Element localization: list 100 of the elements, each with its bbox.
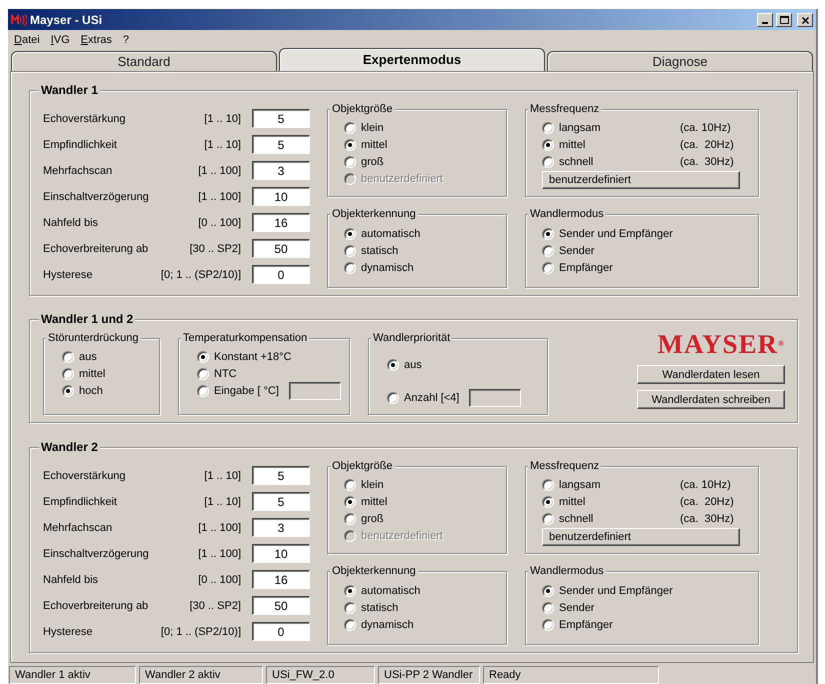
option-label: dynamisch	[361, 618, 414, 630]
parameter-label: Echoverstärkung	[43, 112, 127, 124]
group-title: Messfrequenz	[530, 103, 600, 115]
range-label: [0 .. 100]	[198, 574, 241, 586]
frequency-label: (ca. 20Hz)	[680, 496, 735, 508]
radio-button[interactable]	[344, 228, 356, 240]
option-label: Empfänger	[559, 618, 613, 630]
radio-button[interactable]	[542, 262, 554, 274]
radio-button[interactable]	[344, 478, 356, 490]
radio-button[interactable]	[542, 496, 554, 508]
radio-button[interactable]	[542, 618, 554, 630]
input-field[interactable]: 0	[252, 622, 310, 641]
group-title: Störunterdrückung	[48, 332, 138, 344]
range-label: [0; 1 .. (SP2/10)]	[160, 268, 241, 280]
radio-button[interactable]	[62, 368, 74, 380]
radio-button[interactable]	[387, 392, 399, 404]
custom-button[interactable]: benutzerdefiniert	[542, 171, 740, 189]
action-button[interactable]: Wandlerdaten schreiben	[637, 390, 785, 409]
menu-item[interactable]: IVG	[50, 34, 70, 46]
group-title: Wandler 2	[41, 440, 98, 454]
tab[interactable]: Diagnose	[547, 51, 813, 71]
radio-button[interactable]	[542, 156, 554, 168]
range-label: [1 .. 10]	[204, 112, 241, 124]
option-label: schnell	[559, 512, 594, 524]
frequency-label: (ca. 30Hz)	[680, 512, 735, 524]
input-field[interactable]: 5	[252, 466, 310, 485]
range-label: [1 .. 10]	[204, 138, 241, 150]
radio-button[interactable]	[344, 156, 356, 168]
radio-button[interactable]	[197, 350, 209, 362]
input-field[interactable]: 50	[252, 239, 310, 258]
parameter-label: Mehrfachscan	[43, 164, 114, 176]
menu-item[interactable]: Datei	[14, 34, 40, 46]
radio-button[interactable]	[542, 228, 554, 240]
radio-button[interactable]	[542, 478, 554, 490]
input-field[interactable]: 5	[252, 135, 310, 154]
radio-button[interactable]	[344, 138, 356, 150]
radio-button[interactable]	[197, 385, 209, 397]
tab[interactable]: Expertenmodus	[279, 48, 545, 71]
parameter-label: Empfindlichkeit	[43, 138, 118, 150]
frequency-label: (ca. 10Hz)	[680, 122, 732, 134]
option-label: Eingabe [ °C]	[214, 385, 279, 397]
input-field[interactable]	[469, 389, 522, 407]
input-field[interactable]: 16	[252, 570, 310, 589]
close-button[interactable]	[797, 12, 813, 26]
option-label: mittel	[559, 496, 586, 508]
input-field[interactable]: 16	[252, 213, 310, 232]
input-field[interactable]: 10	[252, 544, 310, 563]
parameter-label: Empfindlichkeit	[43, 496, 118, 508]
minimize-icon	[762, 22, 768, 24]
action-button[interactable]: Wandlerdaten lesen	[637, 365, 785, 384]
input-field[interactable]: 50	[252, 596, 310, 615]
group-title: Objektgröße	[332, 103, 393, 115]
option-label: aus	[79, 350, 97, 362]
menu-item[interactable]: ?	[122, 34, 129, 46]
maximize-icon	[780, 16, 788, 24]
option-label: mittel	[559, 138, 586, 150]
input-field[interactable]	[288, 382, 341, 400]
radio-button[interactable]	[344, 122, 356, 134]
option-label: automatisch	[361, 584, 420, 596]
option-label: Konstant +18°C	[214, 350, 292, 362]
radio-button[interactable]	[344, 262, 356, 274]
radio-button[interactable]	[542, 138, 554, 150]
radio-button[interactable]	[62, 384, 74, 396]
parameter-label: Hysterese	[43, 268, 94, 280]
radio-button[interactable]	[542, 602, 554, 614]
radio-button[interactable]	[344, 244, 356, 256]
group-title: Objekterkennung	[332, 208, 416, 220]
radio-button[interactable]	[62, 350, 74, 362]
option-label: klein	[361, 122, 384, 134]
radio-button[interactable]	[542, 584, 554, 596]
radio-button[interactable]	[344, 602, 356, 614]
input-field[interactable]: 0	[252, 265, 310, 284]
radio-button[interactable]	[542, 244, 554, 256]
group-title: Wandlermodus	[530, 565, 604, 577]
range-label: [30 .. SP2]	[190, 600, 241, 612]
option-label: Anzahl [<4]	[404, 392, 460, 404]
menu-item[interactable]: Extras	[80, 34, 112, 46]
radio-button[interactable]	[344, 618, 356, 630]
radio-button[interactable]	[344, 496, 356, 508]
input-field[interactable]: 5	[252, 492, 310, 511]
radio-button[interactable]	[387, 358, 399, 370]
input-field[interactable]: 10	[252, 187, 310, 206]
radio-button[interactable]	[542, 512, 554, 524]
input-field[interactable]: 3	[252, 518, 310, 537]
option-label: Sender und Empfänger	[559, 584, 673, 596]
option-label: automatisch	[361, 228, 420, 240]
parameter-label: Hysterese	[43, 626, 94, 638]
radio-button[interactable]	[197, 368, 209, 380]
range-label: [30 .. SP2]	[190, 242, 241, 254]
minimize-button[interactable]	[757, 12, 773, 26]
radio-button[interactable]	[344, 512, 356, 524]
range-label: [1 .. 100]	[198, 522, 241, 534]
input-field[interactable]: 3	[252, 161, 310, 180]
custom-button[interactable]: benutzerdefiniert	[542, 528, 740, 546]
radio-button[interactable]	[542, 122, 554, 134]
tab[interactable]: Standard	[11, 51, 277, 71]
radio-button[interactable]	[344, 584, 356, 596]
range-label: [1 .. 10]	[204, 496, 241, 508]
maximize-button[interactable]	[776, 12, 792, 26]
input-field[interactable]: 5	[252, 109, 310, 128]
